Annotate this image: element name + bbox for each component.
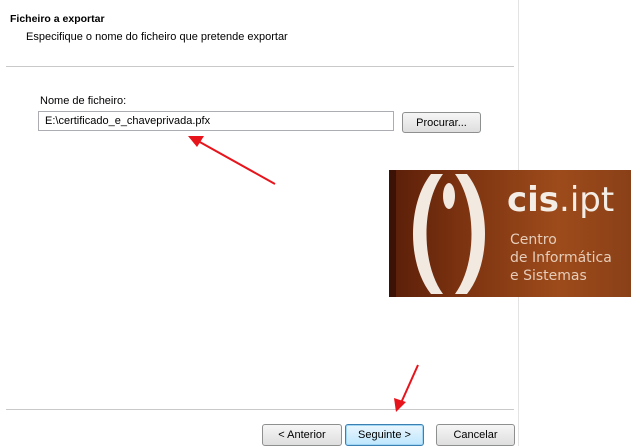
page-subtitle: Especifique o nome do ficheiro que prete… — [26, 31, 288, 43]
footer-divider — [6, 409, 514, 411]
back-button[interactable]: < Anterior — [262, 424, 342, 446]
logo-wordmark: cis.ipt — [507, 180, 614, 220]
browse-button[interactable]: Procurar... — [402, 112, 481, 133]
logo-line-2: de Informática — [510, 250, 612, 266]
logo-wordmark-bold: cis — [507, 180, 560, 220]
parentheses-emblem-icon — [413, 174, 485, 294]
logo-line-1: Centro — [510, 232, 557, 248]
logo-wordmark-rest: .ipt — [559, 180, 615, 220]
cancel-button[interactable]: Cancelar — [436, 424, 515, 446]
logo-edge — [389, 170, 396, 297]
logo-line-3: e Sistemas — [510, 268, 587, 284]
next-button[interactable]: Seguinte > — [345, 424, 424, 446]
wizard-header: Ficheiro a exportar Especifique o nome d… — [0, 0, 518, 66]
header-divider — [6, 66, 514, 68]
filename-input[interactable] — [38, 111, 394, 131]
page-title: Ficheiro a exportar — [10, 13, 105, 25]
filename-label: Nome de ficheiro: — [40, 95, 127, 107]
cis-ipt-logo: cis.ipt Centro de Informática e Sistemas — [389, 170, 631, 297]
